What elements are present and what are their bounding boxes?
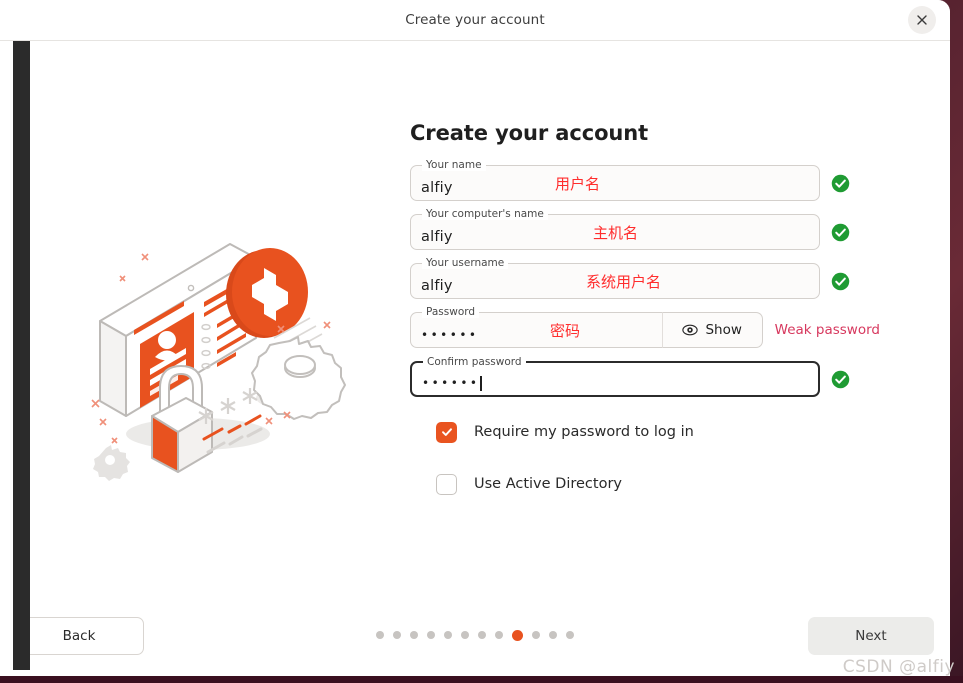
pagination-dot — [410, 631, 418, 639]
password-label: Password — [422, 306, 480, 318]
username-field-wrap: Your username alfiy 系统用户名 — [410, 257, 820, 299]
account-illustration — [78, 226, 358, 496]
green-check-icon — [831, 223, 850, 241]
pagination-dot — [549, 631, 557, 639]
account-form: Create your account Your name alfiy 用户名 — [410, 121, 880, 523]
close-icon[interactable] — [908, 6, 936, 34]
pagination-dot — [478, 631, 486, 639]
password-value: •••••• — [421, 328, 479, 342]
page-title: Create your account — [410, 121, 649, 145]
field-row-password: Password •••••• Show 密码 Weak password — [410, 306, 880, 348]
username-input[interactable]: Your username alfiy — [410, 257, 820, 299]
field-row-your-name: Your name alfiy 用户名 — [410, 159, 880, 201]
active-directory-label: Use Active Directory — [474, 476, 622, 492]
green-check-icon — [831, 174, 850, 192]
your-name-label: Your name — [422, 159, 486, 171]
computer-name-input[interactable]: Your computer's name alfiy — [410, 208, 820, 250]
gear-small — [93, 445, 130, 481]
your-name-value: alfiy — [421, 180, 453, 196]
option-require-password[interactable]: Require my password to log in — [436, 419, 880, 445]
field-row-confirm-password: Confirm password •••••• — [410, 356, 880, 397]
text-cursor — [480, 376, 482, 391]
show-password-button[interactable]: Show — [662, 312, 763, 348]
installer-window: Create your account Create your account … — [0, 0, 950, 676]
computer-name-field-wrap: Your computer's name alfiy 主机名 — [410, 208, 820, 250]
your-name-input[interactable]: Your name alfiy — [410, 159, 820, 201]
username-label: Your username — [422, 257, 509, 269]
option-active-directory[interactable]: Use Active Directory — [436, 471, 880, 497]
checkmark-icon — [441, 428, 452, 436]
wizard-footer: Back Next — [0, 603, 950, 676]
password-strength-hint: Weak password — [774, 322, 880, 338]
desktop-bottom-bar — [0, 676, 963, 683]
options-block: Require my password to log in Use Active… — [436, 419, 880, 497]
require-password-checkbox[interactable] — [436, 421, 457, 443]
watermark: CSDN @alfiy — [842, 657, 955, 677]
confirm-password-field-wrap: Confirm password •••••• — [410, 356, 820, 397]
gear-large — [251, 336, 346, 420]
pagination-dot — [444, 631, 452, 639]
require-password-label: Require my password to log in — [474, 424, 694, 440]
field-row-username: Your username alfiy 系统用户名 — [410, 257, 880, 299]
pagination-dot-active — [512, 629, 523, 641]
confirm-password-input[interactable]: Confirm password •••••• — [410, 356, 820, 397]
computer-name-value: alfiy — [421, 229, 453, 245]
window-title: Create your account — [405, 12, 545, 28]
pagination-dot — [376, 631, 384, 639]
field-row-computer-name: Your computer's name alfiy 主机名 — [410, 208, 880, 250]
pagination-dot — [393, 631, 401, 639]
pagination-dot — [495, 631, 503, 639]
computer-name-label: Your computer's name — [422, 208, 548, 220]
confirm-password-label: Confirm password — [423, 356, 526, 368]
pagination-dot — [427, 631, 435, 639]
window-body: Create your account Your name alfiy 用户名 — [0, 41, 950, 676]
left-dark-strip — [13, 41, 30, 670]
illustration-svg — [91, 243, 346, 481]
password-input[interactable]: Password •••••• — [410, 306, 663, 348]
pagination-dot — [566, 631, 574, 639]
green-check-icon — [831, 370, 850, 388]
confirm-password-value: •••••• — [422, 376, 480, 390]
green-check-icon — [831, 272, 850, 290]
password-field-wrap: Password •••••• Show 密码 — [410, 306, 763, 348]
eye-icon — [682, 324, 699, 336]
pagination-dot — [461, 631, 469, 639]
next-button[interactable]: Next — [808, 617, 934, 655]
active-directory-checkbox[interactable] — [436, 473, 457, 495]
close-glyph — [917, 15, 927, 25]
username-value: alfiy — [421, 278, 453, 294]
window-titlebar: Create your account — [0, 0, 950, 41]
pagination-dot — [532, 631, 540, 639]
show-password-label: Show — [705, 322, 742, 338]
your-name-field-wrap: Your name alfiy 用户名 — [410, 159, 820, 201]
